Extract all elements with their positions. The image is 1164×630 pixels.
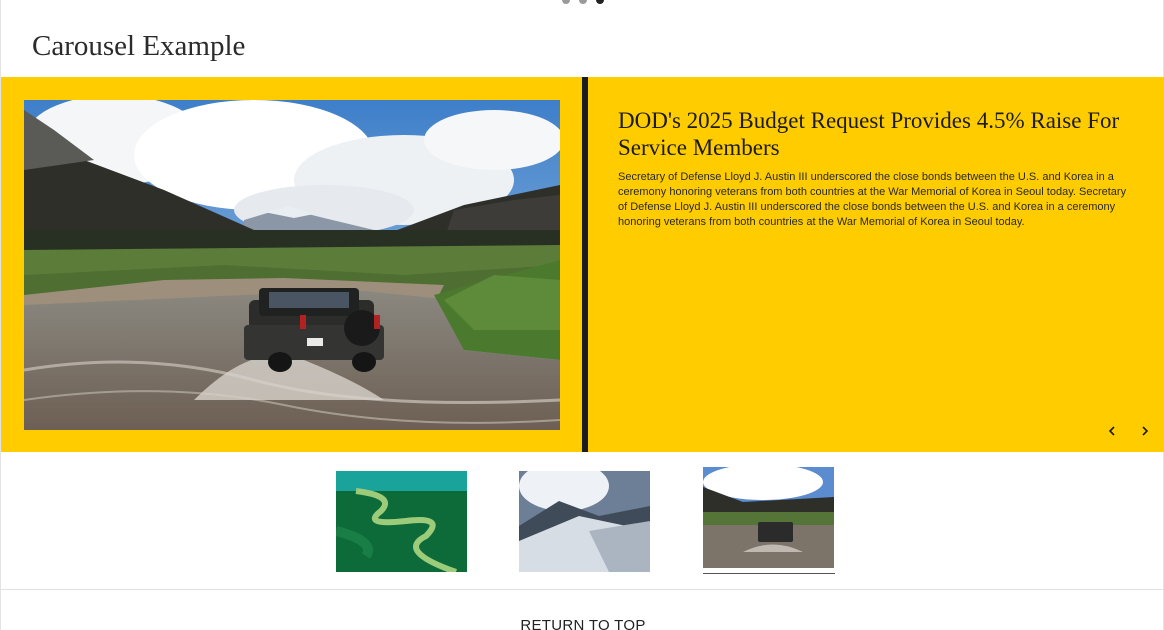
slide-caption: DOD's 2025 Budget Request Provides 4.5% … [618,107,1138,230]
slide-image [24,100,560,430]
slide-body: Secretary of Defense Lloyd J. Austin III… [618,171,1127,228]
page: Carousel Example DOD's 2025 Budget Reque… [0,0,1164,630]
previous-slide-button[interactable] [1102,421,1122,441]
carousel: DOD's 2025 Budget Request Provides 4.5% … [1,77,1164,452]
chevron-left-icon [1108,426,1115,436]
loading-dots-icon [562,0,604,4]
chevron-right-icon [1142,426,1149,436]
thumbnail-offroad-vehicle[interactable] [703,467,834,568]
page-title: Carousel Example [32,30,246,62]
thumbnail-snowy-mountain[interactable] [519,471,650,572]
slide-heading: DOD's 2025 Budget Request Provides 4.5% … [618,108,1120,160]
slide-divider [582,77,588,452]
thumbnail-strip [1,452,1164,590]
active-thumbnail-indicator [703,573,835,574]
return-to-top-link[interactable]: RETURN TO TOP [1,617,1164,630]
next-slide-button[interactable] [1135,421,1155,441]
thumbnail-river[interactable] [336,471,467,572]
